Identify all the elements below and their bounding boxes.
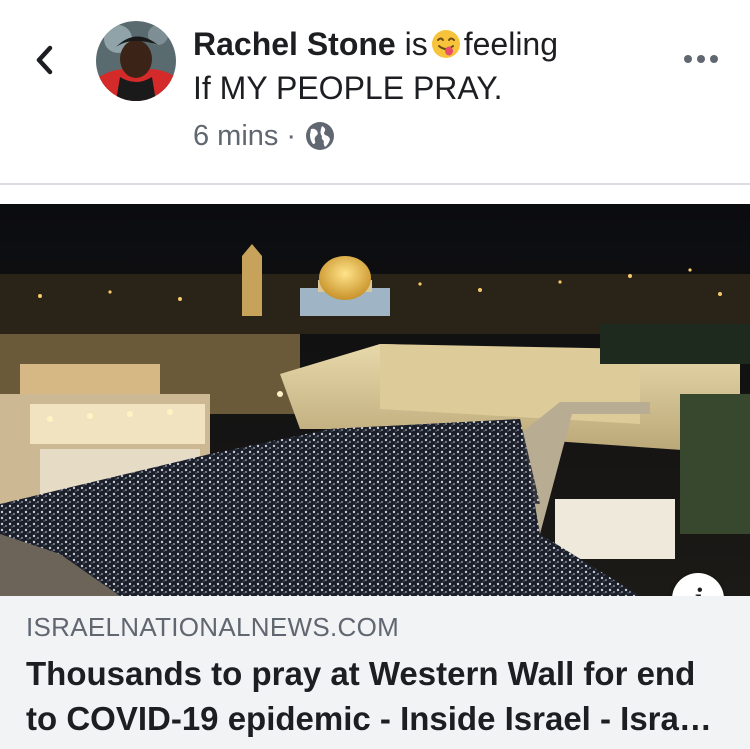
feeling-text[interactable]: If MY PEOPLE PRAY. — [193, 70, 502, 106]
smiling-face-with-tongue-icon — [431, 30, 460, 58]
link-preview-image[interactable] — [0, 204, 750, 596]
more-options-button[interactable] — [680, 44, 722, 74]
chevron-left-icon — [36, 45, 53, 75]
ellipsis-icon — [684, 55, 718, 63]
status-connector: is — [404, 26, 428, 62]
link-domain: ISRAELNATIONALNEWS.COM — [26, 612, 400, 642]
post-header: Rachel Stone is feeling If MY PEOPLE PRA… — [0, 0, 750, 184]
feeling-word: feeling — [463, 26, 559, 62]
globe-icon[interactable] — [304, 120, 336, 152]
author-avatar[interactable] — [96, 21, 176, 101]
back-button[interactable] — [26, 40, 66, 80]
link-preview-card[interactable]: ISRAELNATIONALNEWS.COM Thousands to pray… — [0, 596, 750, 749]
post-status-text: Rachel Stone is feeling If MY PEOPLE PRA… — [193, 22, 673, 110]
spacer — [0, 185, 750, 204]
post-meta: 6 mins · — [193, 114, 336, 158]
meta-separator: · — [286, 119, 297, 152]
post-timestamp[interactable]: 6 mins — [193, 120, 278, 153]
link-title: Thousands to pray at Western Wall for en… — [26, 655, 707, 737]
author-name[interactable]: Rachel Stone — [193, 26, 396, 62]
